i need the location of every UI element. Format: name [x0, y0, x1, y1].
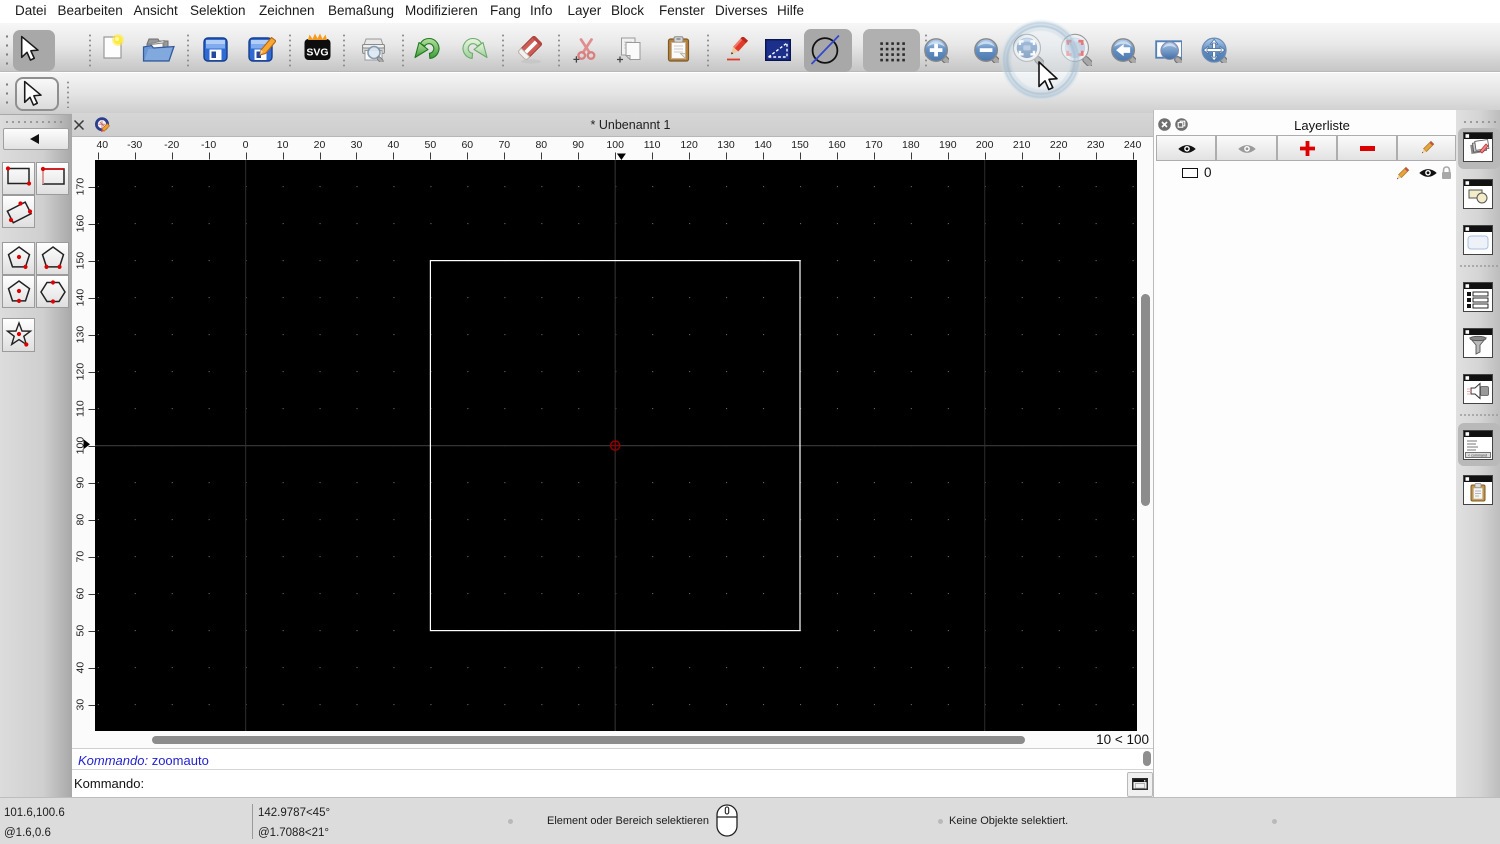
svg-text:120: 120 [74, 363, 86, 381]
svg-text:190: 190 [939, 139, 957, 151]
svg-text:160: 160 [828, 139, 846, 151]
svg-text:80: 80 [74, 514, 86, 526]
svg-text:0: 0 [243, 139, 249, 151]
svg-text:180: 180 [902, 139, 920, 151]
svg-text:130: 130 [717, 139, 735, 151]
svg-text:120: 120 [680, 139, 698, 151]
svg-text:140: 140 [74, 289, 86, 307]
svg-text:< command: < command [1468, 453, 1487, 457]
svg-text:SVG: SVG [306, 47, 328, 59]
svg-text:170: 170 [865, 139, 883, 151]
svg-text:160: 160 [74, 215, 86, 233]
svg-text:40: 40 [388, 139, 400, 151]
svg-text:220: 220 [1050, 139, 1068, 151]
svg-text:90: 90 [74, 477, 86, 489]
svg-text:230: 230 [1087, 139, 1105, 151]
svg-text:80: 80 [535, 139, 547, 151]
svg-text:70: 70 [74, 551, 86, 563]
svg-text:-10: -10 [201, 139, 216, 151]
svg-text:110: 110 [74, 400, 86, 417]
svg-text:70: 70 [498, 139, 510, 151]
svg-text:150: 150 [791, 139, 809, 151]
svg-text:-20: -20 [164, 139, 179, 151]
svg-text:150: 150 [74, 252, 86, 270]
svg-text:-30: -30 [127, 139, 142, 151]
svg-text:40: 40 [74, 662, 86, 674]
svg-text:100: 100 [606, 139, 624, 151]
svg-text:60: 60 [74, 588, 86, 600]
svg-text:90: 90 [572, 139, 584, 151]
svg-text:140: 140 [754, 139, 772, 151]
svg-text:210: 210 [1013, 139, 1031, 151]
svg-text:10: 10 [277, 139, 289, 151]
svg-text:60: 60 [461, 139, 473, 151]
svg-text:170: 170 [74, 178, 86, 196]
svg-text:20: 20 [314, 139, 326, 151]
svg-text:50: 50 [74, 625, 86, 637]
svg-text:40: 40 [96, 139, 108, 151]
svg-text:30: 30 [74, 699, 86, 711]
svg-text:50: 50 [425, 139, 437, 151]
svg-text:130: 130 [74, 326, 86, 344]
svg-text:240: 240 [1124, 139, 1142, 151]
svg-text:30: 30 [351, 139, 363, 151]
svg-text:110: 110 [644, 139, 661, 151]
svg-text:200: 200 [976, 139, 994, 151]
